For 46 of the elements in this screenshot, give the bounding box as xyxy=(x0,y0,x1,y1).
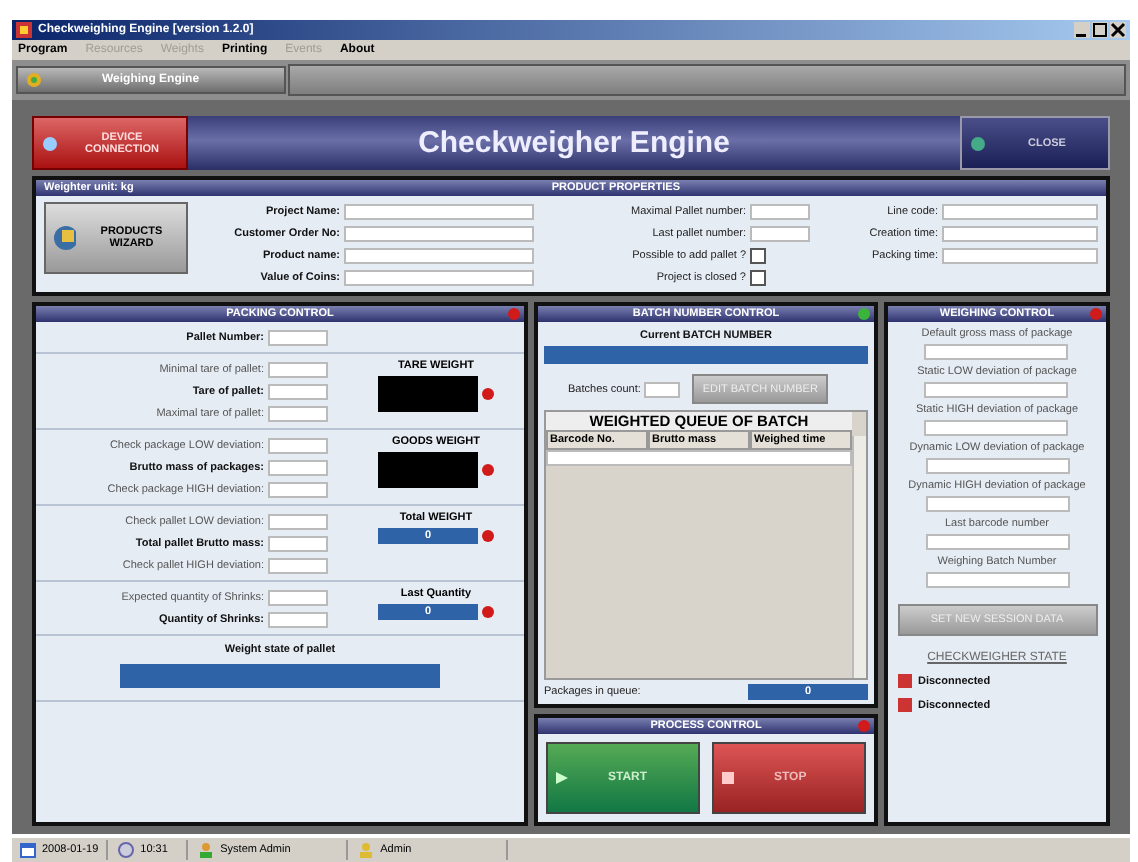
minimize-icon[interactable] xyxy=(1074,22,1090,38)
checkbox[interactable] xyxy=(750,247,766,263)
app-heading: Checkweigher Engine xyxy=(416,126,732,160)
input-field[interactable] xyxy=(268,557,328,573)
user-icon xyxy=(358,842,375,858)
clock-icon xyxy=(118,842,135,858)
weight-display xyxy=(378,376,478,412)
input-field[interactable] xyxy=(344,203,534,219)
input-field[interactable] xyxy=(344,269,534,285)
input-field[interactable] xyxy=(924,344,1069,360)
user-icon xyxy=(198,842,215,858)
input-field[interactable] xyxy=(750,203,810,219)
input-field[interactable] xyxy=(644,381,681,397)
input-field[interactable] xyxy=(268,513,328,529)
input-field[interactable] xyxy=(268,459,328,475)
stop-icon xyxy=(722,772,734,784)
input-field[interactable] xyxy=(925,496,1069,512)
input-field[interactable] xyxy=(268,481,328,497)
input-field[interactable] xyxy=(942,225,1098,241)
input-field[interactable] xyxy=(268,535,328,551)
weight-display xyxy=(378,452,478,488)
input-field[interactable] xyxy=(268,383,328,399)
play-icon xyxy=(556,772,568,784)
input-field[interactable] xyxy=(942,247,1098,263)
input-field[interactable] xyxy=(344,247,534,263)
calendar-icon xyxy=(20,842,36,858)
app-icon xyxy=(16,22,32,38)
input-field[interactable] xyxy=(750,225,810,241)
input-field[interactable] xyxy=(268,611,328,627)
input-field[interactable] xyxy=(942,203,1098,219)
maximize-icon[interactable] xyxy=(1092,22,1108,38)
input-field[interactable] xyxy=(268,589,328,605)
close-icon[interactable] xyxy=(1110,22,1126,38)
table-row[interactable] xyxy=(546,450,852,466)
input-field[interactable] xyxy=(268,361,328,377)
input-field[interactable] xyxy=(268,437,328,453)
input-field[interactable] xyxy=(925,572,1069,588)
checkbox[interactable] xyxy=(750,269,766,285)
input-field[interactable] xyxy=(268,405,328,421)
input-field[interactable] xyxy=(344,225,534,241)
scrollbar[interactable] xyxy=(852,436,866,678)
input-field[interactable] xyxy=(925,458,1069,474)
input-field[interactable] xyxy=(924,420,1069,436)
input-field[interactable] xyxy=(924,382,1069,398)
input-field[interactable] xyxy=(268,329,328,345)
input-field[interactable] xyxy=(925,534,1069,550)
